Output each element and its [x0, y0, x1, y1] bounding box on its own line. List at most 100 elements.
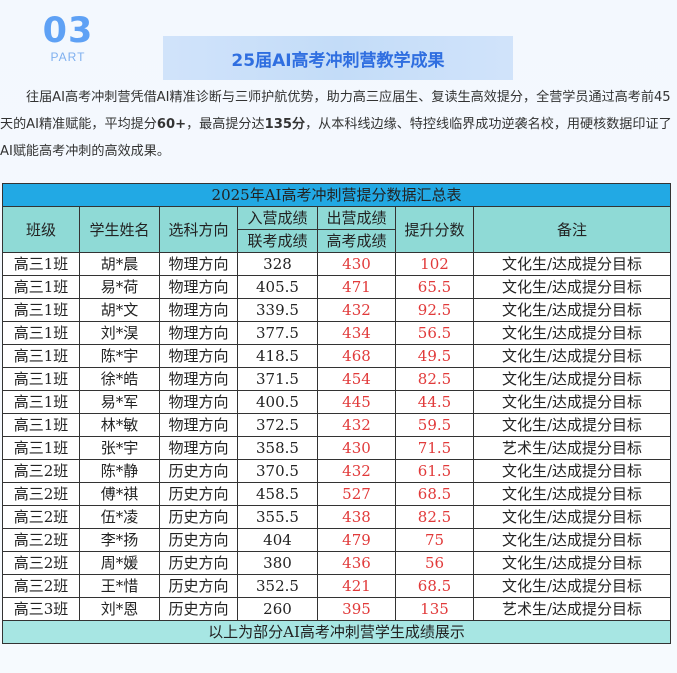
cell-class: 高三1班 — [2, 275, 80, 299]
table-row: 高三1班 张*宇 物理方向 358.5 430 71.5 艺术生/达成提分目标 — [2, 436, 672, 460]
cell-gain: 102 — [395, 252, 474, 276]
cell-note: 文化生/达成提分目标 — [472, 344, 672, 368]
cell-class: 高三1班 — [2, 344, 80, 368]
cell-note: 文化生/达成提分目标 — [472, 574, 672, 598]
cell-gain: 92.5 — [395, 298, 474, 322]
cell-name: 伍*凌 — [79, 505, 160, 529]
cell-entry-score: 400.5 — [237, 390, 318, 414]
cell-entry-score: 339.5 — [237, 298, 318, 322]
cell-class: 高三1班 — [2, 390, 80, 414]
cell-name: 张*宇 — [79, 436, 160, 460]
cell-note: 艺术生/达成提分目标 — [472, 436, 672, 460]
cell-class: 高三1班 — [2, 436, 80, 460]
section-number: 03 — [42, 11, 94, 51]
cell-note: 文化生/达成提分目标 — [472, 367, 672, 391]
table-row: 高三1班 陈*宇 物理方向 418.5 468 49.5 文化生/达成提分目标 — [2, 344, 672, 368]
table-footer-row: 以上为部分AI高考冲刺营学生成绩展示 — [1, 620, 672, 644]
cell-entry-score: 358.5 — [237, 436, 318, 460]
table-row: 高三2班 王*惜 历史方向 352.5 421 68.5 文化生/达成提分目标 — [2, 574, 672, 598]
cell-name: 周*媛 — [79, 551, 160, 575]
cell-exit-score: 395 — [317, 597, 396, 621]
cell-entry-score: 260 — [237, 597, 318, 621]
cell-note: 文化生/达成提分目标 — [472, 528, 672, 552]
cell-exit-score: 445 — [317, 390, 396, 414]
cell-gain: 82.5 — [395, 505, 474, 529]
cell-class: 高三3班 — [2, 597, 80, 621]
intro-avg-gain: 60+ — [156, 117, 187, 132]
cell-name: 李*扬 — [79, 528, 160, 552]
cell-exit-score: 434 — [317, 321, 396, 345]
header-note: 备注 — [472, 206, 672, 253]
cell-gain: 68.5 — [395, 574, 474, 598]
cell-subject: 物理方向 — [159, 298, 238, 322]
cell-name: 易*荷 — [79, 275, 160, 299]
cell-name: 陈*静 — [79, 459, 160, 483]
header-entry-sub: 联考成绩 — [237, 229, 318, 253]
intro-paragraph: 往届AI高考冲刺营凭借AI精准诊断与三师护航优势，助力高三应届生、复读生高效提分… — [0, 84, 677, 165]
cell-subject: 物理方向 — [159, 275, 238, 299]
cell-class: 高三2班 — [2, 505, 80, 529]
cell-class: 高三1班 — [2, 252, 80, 276]
cell-gain: 71.5 — [395, 436, 474, 460]
intro-max-gain: 135分 — [264, 117, 306, 132]
cell-subject: 物理方向 — [159, 390, 238, 414]
cell-class: 高三1班 — [2, 413, 80, 437]
section-title-banner: 25届AI高考冲刺营教学成果 — [163, 36, 513, 80]
cell-gain: 82.5 — [395, 367, 474, 391]
cell-subject: 历史方向 — [159, 505, 238, 529]
cell-name: 刘*恩 — [79, 597, 160, 621]
cell-exit-score: 479 — [317, 528, 396, 552]
header-subject: 选科方向 — [159, 206, 238, 253]
cell-note: 文化生/达成提分目标 — [472, 275, 672, 299]
header-name: 学生姓名 — [79, 206, 160, 253]
cell-class: 高三2班 — [2, 528, 80, 552]
table-row: 高三1班 林*敏 物理方向 372.5 432 59.5 文化生/达成提分目标 — [2, 413, 672, 437]
cell-name: 陈*宇 — [79, 344, 160, 368]
table-row: 高三2班 傅*祺 历史方向 458.5 527 68.5 文化生/达成提分目标 — [2, 482, 672, 506]
table-row: 高三1班 刘*淏 物理方向 377.5 434 56.5 文化生/达成提分目标 — [2, 321, 672, 345]
table-footer: 以上为部分AI高考冲刺营学生成绩展示 — [1, 620, 672, 644]
cell-entry-score: 380 — [237, 551, 318, 575]
cell-note: 艺术生/达成提分目标 — [472, 597, 672, 621]
cell-subject: 物理方向 — [159, 436, 238, 460]
header-class: 班级 — [2, 206, 80, 253]
table-row: 高三2班 周*媛 历史方向 380 436 56 文化生/达成提分目标 — [2, 551, 672, 575]
cell-subject: 历史方向 — [159, 574, 238, 598]
cell-name: 刘*淏 — [79, 321, 160, 345]
table-title: 2025年AI高考冲刺营提分数据汇总表 — [1, 183, 672, 207]
cell-class: 高三2班 — [2, 482, 80, 506]
table-row: 高三3班 刘*恩 历史方向 260 395 135 艺术生/达成提分目标 — [2, 597, 672, 621]
table-row: 高三1班 胡*晨 物理方向 328 430 102 文化生/达成提分目标 — [2, 252, 672, 276]
cell-exit-score: 436 — [317, 551, 396, 575]
cell-entry-score: 418.5 — [237, 344, 318, 368]
cell-subject: 历史方向 — [159, 482, 238, 506]
cell-entry-score: 405.5 — [237, 275, 318, 299]
cell-class: 高三1班 — [2, 367, 80, 391]
cell-entry-score: 404 — [237, 528, 318, 552]
header-entry-group: 入营成绩 — [237, 206, 318, 230]
cell-exit-score: 454 — [317, 367, 396, 391]
table-row: 高三1班 徐*皓 物理方向 371.5 454 82.5 文化生/达成提分目标 — [2, 367, 672, 391]
cell-gain: 61.5 — [395, 459, 474, 483]
cell-note: 文化生/达成提分目标 — [472, 482, 672, 506]
cell-name: 傅*祺 — [79, 482, 160, 506]
cell-class: 高三1班 — [2, 298, 80, 322]
section-title: 25届AI高考冲刺营教学成果 — [231, 50, 445, 71]
table-row: 高三2班 伍*凌 历史方向 355.5 438 82.5 文化生/达成提分目标 — [2, 505, 672, 529]
cell-subject: 历史方向 — [159, 528, 238, 552]
cell-gain: 65.5 — [395, 275, 474, 299]
cell-entry-score: 458.5 — [237, 482, 318, 506]
cell-gain: 75 — [395, 528, 474, 552]
header-exit-group: 出营成绩 — [317, 206, 396, 230]
header-gain: 提升分数 — [395, 206, 474, 253]
cell-note: 文化生/达成提分目标 — [472, 551, 672, 575]
cell-name: 胡*文 — [79, 298, 160, 322]
cell-class: 高三1班 — [2, 321, 80, 345]
cell-name: 林*敏 — [79, 413, 160, 437]
cell-gain: 68.5 — [395, 482, 474, 506]
cell-gain: 135 — [395, 597, 474, 621]
cell-note: 文化生/达成提分目标 — [472, 298, 672, 322]
cell-name: 胡*晨 — [79, 252, 160, 276]
cell-class: 高三2班 — [2, 574, 80, 598]
cell-exit-score: 432 — [317, 298, 396, 322]
